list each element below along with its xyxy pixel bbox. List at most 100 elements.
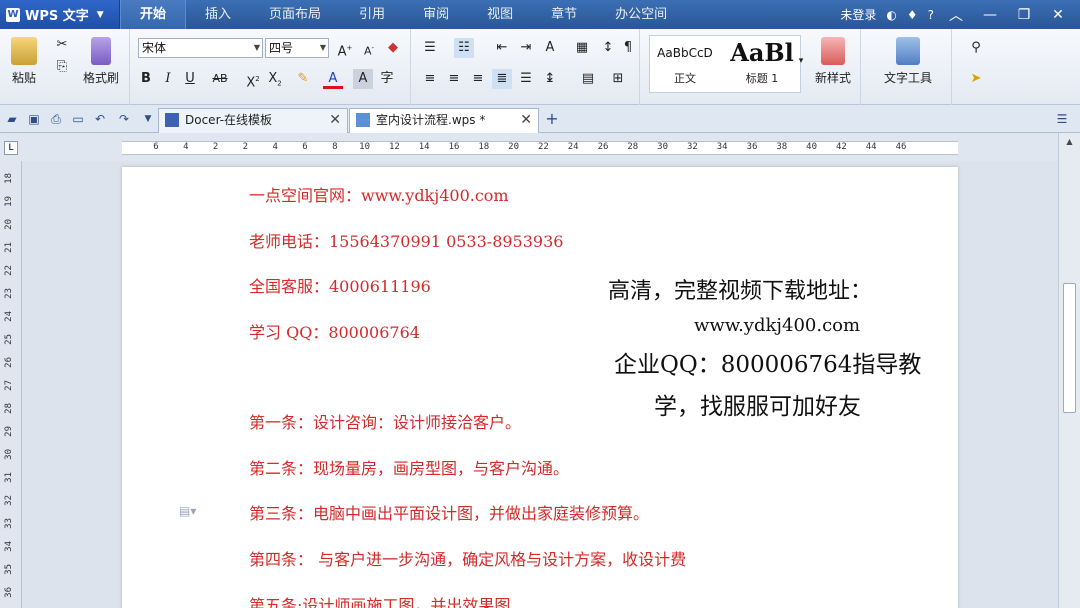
paragraph-options-icon[interactable]: ▤▾ xyxy=(179,504,196,518)
borders-icon[interactable]: ⊞ xyxy=(608,69,628,89)
tab-insert[interactable]: 插入 xyxy=(186,0,250,29)
print-preview-icon[interactable]: ▭ xyxy=(70,111,86,127)
text-tools-button[interactable]: 文字工具 xyxy=(872,37,944,86)
font-color-icon[interactable]: A xyxy=(323,69,343,89)
find-replace-icon[interactable]: ⚲ xyxy=(966,38,986,58)
tab-list-icon[interactable]: ☰ xyxy=(1054,111,1070,127)
bold-icon[interactable]: B xyxy=(136,69,156,89)
quick-access-more-icon[interactable]: ▼ xyxy=(140,111,156,127)
chevron-down-icon: ▼ xyxy=(96,9,104,20)
skin-icon[interactable]: ◐ xyxy=(886,8,896,22)
italic-icon[interactable]: I xyxy=(158,69,178,89)
document-tab-bar: ▰ ▣ ⎙ ▭ ↶ ↷ ▼ Docer-在线模板 ✕ 室内设计流程.wps * … xyxy=(0,105,1080,133)
new-tab-icon[interactable]: + xyxy=(544,111,560,127)
subscript-icon[interactable]: X2 xyxy=(265,69,285,89)
strikethrough-icon[interactable]: AB xyxy=(205,69,235,89)
document-page[interactable]: 一点空间官网：www.ydkj400.com 老师电话：15564370991 … xyxy=(122,167,958,608)
shrink-font-icon[interactable]: A- xyxy=(359,38,379,58)
text-tools-label: 文字工具 xyxy=(883,71,932,85)
brush-icon xyxy=(91,37,111,65)
highlight-icon[interactable]: ✎ xyxy=(293,69,313,89)
wps-doc-icon xyxy=(356,113,370,127)
align-center-icon[interactable]: ≡ xyxy=(444,69,464,89)
paste-label: 粘贴 xyxy=(11,71,36,85)
scroll-up-icon[interactable]: ▲ xyxy=(1063,137,1076,149)
ruler-tick: 26 xyxy=(4,357,14,368)
tab-office-space[interactable]: 办公空间 xyxy=(596,0,686,29)
tab-docer-label: Docer-在线模板 xyxy=(185,113,273,127)
clear-format-icon[interactable]: ◆ xyxy=(383,38,403,58)
close-icon[interactable]: ✕ xyxy=(329,109,341,132)
numbered-list-icon[interactable]: ☷ xyxy=(454,38,474,58)
ruler-scale[interactable]: 6 4 2 2 4 6 8 10 12 14 16 18 20 22 24 26 28 30 32 34 36 38 40 4… xyxy=(122,141,958,155)
ruler-tick: 14 xyxy=(418,142,430,152)
decrease-indent-icon[interactable]: ⇤ xyxy=(492,38,512,58)
increase-indent-icon[interactable]: ⇥ xyxy=(516,38,536,58)
minimize-icon[interactable]: — xyxy=(978,7,1002,23)
print-icon[interactable]: ⎙ xyxy=(48,111,64,127)
grow-font-icon[interactable]: A+ xyxy=(335,38,355,59)
underline-icon[interactable]: U xyxy=(180,69,200,89)
style-normal[interactable]: AaBbCcD⁠ 正文 xyxy=(650,36,720,92)
doc-line-service: 全国客服：4000611196 xyxy=(249,277,431,296)
doc-line-step-4: 第四条： 与客户进一步沟通，确定风格与设计方案，收设计费 xyxy=(249,550,687,569)
help-icon[interactable]: ? xyxy=(928,8,934,22)
app-menu-button[interactable]: W WPS 文字 ▼ xyxy=(0,0,120,29)
show-marks-icon[interactable]: ¶ xyxy=(618,38,638,58)
doc-line-step-1: 第一条：设计咨询：设计师接洽客户。 xyxy=(249,413,522,432)
new-style-icon xyxy=(821,37,845,65)
ruler-tick: 26 xyxy=(597,142,609,152)
app-name: WPS 文字 xyxy=(25,9,89,24)
undo-icon[interactable]: ↶ xyxy=(92,111,108,127)
tab-chapter[interactable]: 章节 xyxy=(532,0,596,29)
tab-view[interactable]: 视图 xyxy=(468,0,532,29)
close-icon[interactable]: ✕ xyxy=(520,109,532,132)
sort-icon[interactable]: ↕ xyxy=(598,38,618,58)
restore-icon[interactable]: ❐ xyxy=(1012,7,1036,23)
close-icon[interactable]: ✕ xyxy=(1046,7,1070,23)
copy-icon[interactable]: ⎘ xyxy=(52,57,72,77)
align-left-icon[interactable]: ≡ xyxy=(420,69,440,89)
paste-button[interactable]: 粘贴 xyxy=(6,37,42,86)
vertical-scrollbar[interactable]: ▲ xyxy=(1058,133,1080,608)
login-status[interactable]: 未登录 xyxy=(840,6,876,23)
distribute-icon[interactable]: ☰ xyxy=(516,69,536,89)
table-insert-icon[interactable]: ▦ xyxy=(572,38,592,58)
shirt-icon[interactable]: ♦ xyxy=(907,8,918,22)
char-shading-icon[interactable]: A xyxy=(353,69,373,89)
tab-stop-selector[interactable]: L xyxy=(4,141,18,155)
ruler-tick: 2 xyxy=(212,142,219,152)
superscript-icon[interactable]: X2 xyxy=(243,69,263,90)
tab-review[interactable]: 审阅 xyxy=(404,0,468,29)
tab-references[interactable]: 引用 xyxy=(340,0,404,29)
ruler-tick: 35 xyxy=(4,564,14,575)
collapse-ribbon-icon[interactable]: ︿ xyxy=(944,5,968,25)
align-right-icon[interactable]: ≡ xyxy=(468,69,488,89)
scroll-thumb[interactable] xyxy=(1063,283,1076,413)
new-style-button[interactable]: 新样式 xyxy=(807,37,859,86)
font-name-select[interactable]: 宋体 ▼ xyxy=(138,38,263,58)
tab-home[interactable]: 开始 xyxy=(120,0,187,29)
select-icon[interactable]: ➤ xyxy=(966,69,986,89)
shading-icon[interactable]: ▤ xyxy=(578,69,598,89)
text-direction-icon[interactable]: A xyxy=(540,38,560,58)
tab-page-layout[interactable]: 页面布局 xyxy=(250,0,340,29)
bullet-list-icon[interactable]: ☰ xyxy=(420,38,440,58)
vertical-ruler: 18 19 20 21 22 23 24 25 26 27 28 29 30 31 32 33 34 35 36 xyxy=(0,161,22,608)
format-painter-button[interactable]: 格式刷 xyxy=(78,37,124,86)
line-spacing-icon[interactable]: ↨ xyxy=(540,69,560,89)
save-icon[interactable]: ▣ xyxy=(26,111,42,127)
ruler-tick: 25 xyxy=(4,334,14,345)
redo-icon[interactable]: ↷ xyxy=(116,111,132,127)
cut-icon[interactable]: ✂ xyxy=(52,35,72,55)
style-heading-1[interactable]: AaBl 标题 1 xyxy=(722,36,802,92)
open-folder-icon[interactable]: ▰ xyxy=(4,111,20,127)
justify-icon[interactable]: ≣ xyxy=(492,69,512,89)
ruler-tick: 33 xyxy=(4,518,14,529)
font-size-select[interactable]: 四号 ▼ xyxy=(265,38,329,58)
phonetic-icon[interactable]: 字 xyxy=(377,69,397,89)
tab-doc-label: 室内设计流程.wps * xyxy=(376,113,486,127)
styles-group: AaBbCcD⁠ 正文 AaBl 标题 1 ▾ 新样式 xyxy=(641,29,861,105)
tab-interior-design-doc[interactable]: 室内设计流程.wps * ✕ xyxy=(349,108,539,133)
tab-docer-templates[interactable]: Docer-在线模板 ✕ xyxy=(158,108,348,133)
